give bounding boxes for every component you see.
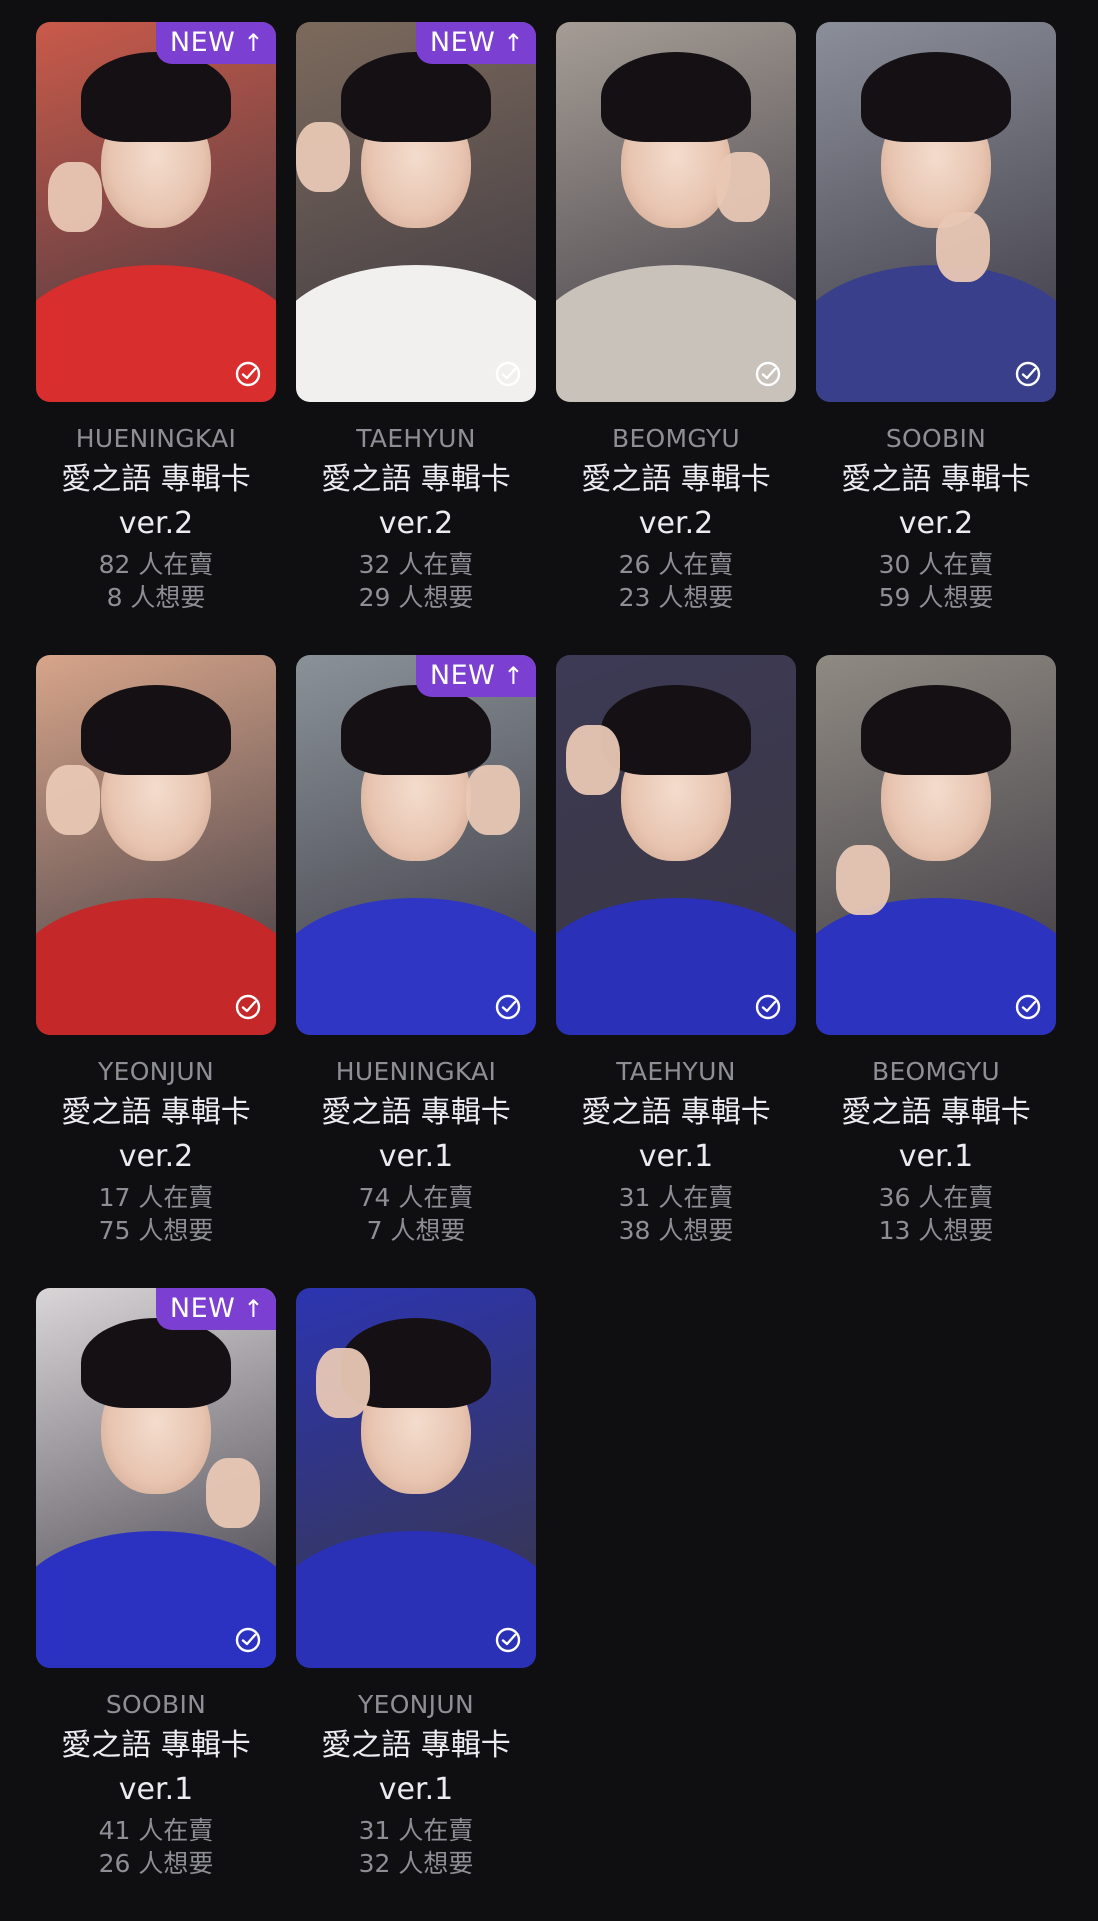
check-circle-icon[interactable] [494, 993, 522, 1021]
card-title: 愛之語 專輯卡 [581, 1095, 771, 1130]
photocard-item[interactable]: NEW ↑ SOOBIN 愛之語 專輯卡 ver.1 41 人在賣 26 人想要 [36, 1288, 276, 1921]
member-name: BEOMGYU [612, 424, 740, 453]
new-badge: NEW ↑ [155, 22, 276, 64]
wanting-count: 8 人想要 [106, 583, 206, 612]
member-name: TAEHYUN [616, 1057, 736, 1086]
photocard-item[interactable]: NEW ↑ TAEHYUN 愛之語 專輯卡 ver.2 32 人在賣 29 人想要 [296, 22, 536, 655]
photocard-item[interactable]: NEW ↑ HUENINGKAI 愛之語 專輯卡 ver.2 82 人在賣 8 人想要 [36, 22, 276, 655]
photocard-item[interactable]: SOOBIN 愛之語 專輯卡 ver.2 30 人在賣 59 人想要 [816, 22, 1056, 655]
card-version: ver.2 [378, 506, 454, 541]
arrow-up-icon: ↑ [503, 661, 524, 690]
wanting-count: 23 人想要 [618, 583, 734, 612]
wanting-count: 59 人想要 [878, 583, 994, 612]
selling-count: 36 人在賣 [878, 1183, 994, 1212]
card-title: 愛之語 專輯卡 [61, 1728, 251, 1763]
member-name: SOOBIN [105, 1690, 207, 1719]
photocard-image[interactable] [816, 655, 1056, 1035]
card-version: ver.2 [898, 506, 974, 541]
new-label: NEW [169, 1293, 236, 1324]
photocard-item[interactable]: YEONJUN 愛之語 專輯卡 ver.2 17 人在賣 75 人想要 [36, 655, 276, 1288]
new-label: NEW [429, 660, 496, 691]
new-label: NEW [169, 27, 236, 58]
selling-count: 41 人在賣 [98, 1816, 214, 1845]
card-version: ver.1 [378, 1772, 454, 1807]
member-name: TAEHYUN [356, 424, 476, 453]
wanting-count: 13 人想要 [878, 1216, 994, 1245]
wanting-count: 29 人想要 [358, 583, 474, 612]
check-circle-icon[interactable] [494, 1626, 522, 1654]
new-badge: NEW ↑ [155, 1288, 276, 1330]
wanting-count: 32 人想要 [358, 1849, 474, 1878]
card-title: 愛之語 專輯卡 [321, 462, 511, 497]
card-title: 愛之語 專輯卡 [841, 462, 1031, 497]
member-name: YEONJUN [98, 1057, 214, 1086]
photocard-image[interactable] [816, 22, 1056, 402]
check-circle-icon[interactable] [234, 360, 262, 388]
card-version: ver.1 [378, 1139, 454, 1174]
selling-count: 30 人在賣 [878, 550, 994, 579]
photocard-item[interactable]: BEOMGYU 愛之語 專輯卡 ver.2 26 人在賣 23 人想要 [556, 22, 796, 655]
wanting-count: 26 人想要 [98, 1849, 214, 1878]
card-title: 愛之語 專輯卡 [321, 1728, 511, 1763]
card-title: 愛之語 專輯卡 [61, 1095, 251, 1130]
arrow-up-icon: ↑ [243, 28, 264, 57]
card-version: ver.2 [118, 506, 194, 541]
member-name: YEONJUN [358, 1690, 474, 1719]
member-name: SOOBIN [885, 424, 987, 453]
photocard-grid: NEW ↑ HUENINGKAI 愛之語 專輯卡 ver.2 82 人在賣 8 人想要 NE… [36, 22, 1056, 1921]
arrow-up-icon: ↑ [503, 28, 524, 57]
selling-count: 74 人在賣 [358, 1183, 474, 1212]
photocard-image[interactable] [36, 655, 276, 1035]
selling-count: 17 人在賣 [98, 1183, 214, 1212]
card-title: 愛之語 專輯卡 [61, 462, 251, 497]
card-version: ver.1 [898, 1139, 974, 1174]
photocard-image[interactable] [296, 1288, 536, 1668]
new-badge: NEW ↑ [415, 22, 536, 64]
wanting-count: 7 人想要 [366, 1216, 466, 1245]
card-version: ver.2 [118, 1139, 194, 1174]
card-version: ver.2 [638, 506, 714, 541]
arrow-up-icon: ↑ [243, 1294, 264, 1323]
card-version: ver.1 [118, 1772, 194, 1807]
selling-count: 82 人在賣 [98, 550, 214, 579]
selling-count: 31 人在賣 [358, 1816, 474, 1845]
wanting-count: 38 人想要 [618, 1216, 734, 1245]
photocard-image[interactable]: NEW ↑ [36, 22, 276, 402]
check-circle-icon[interactable] [234, 1626, 262, 1654]
check-circle-icon[interactable] [234, 993, 262, 1021]
photocard-item[interactable]: TAEHYUN 愛之語 專輯卡 ver.1 31 人在賣 38 人想要 [556, 655, 796, 1288]
member-name: HUENINGKAI [335, 1057, 497, 1086]
selling-count: 31 人在賣 [618, 1183, 734, 1212]
new-label: NEW [429, 27, 496, 58]
wanting-count: 75 人想要 [98, 1216, 214, 1245]
card-title: 愛之語 專輯卡 [581, 462, 771, 497]
member-name: BEOMGYU [872, 1057, 1000, 1086]
photocard-image[interactable]: NEW ↑ [296, 22, 536, 402]
card-title: 愛之語 專輯卡 [321, 1095, 511, 1130]
photocard-image[interactable]: NEW ↑ [36, 1288, 276, 1668]
check-circle-icon[interactable] [754, 993, 782, 1021]
selling-count: 26 人在賣 [618, 550, 734, 579]
photocard-item[interactable]: YEONJUN 愛之語 專輯卡 ver.1 31 人在賣 32 人想要 [296, 1288, 536, 1921]
check-circle-icon[interactable] [754, 360, 782, 388]
photocard-image[interactable]: NEW ↑ [296, 655, 536, 1035]
photocard-item[interactable]: NEW ↑ HUENINGKAI 愛之語 專輯卡 ver.1 74 人在賣 7 人想要 [296, 655, 536, 1288]
card-version: ver.1 [638, 1139, 714, 1174]
member-name: HUENINGKAI [75, 424, 237, 453]
photocard-image[interactable] [556, 22, 796, 402]
check-circle-icon[interactable] [494, 360, 522, 388]
card-title: 愛之語 專輯卡 [841, 1095, 1031, 1130]
photocard-image[interactable] [556, 655, 796, 1035]
check-circle-icon[interactable] [1014, 993, 1042, 1021]
check-circle-icon[interactable] [1014, 360, 1042, 388]
selling-count: 32 人在賣 [358, 550, 474, 579]
new-badge: NEW ↑ [415, 655, 536, 697]
photocard-item[interactable]: BEOMGYU 愛之語 專輯卡 ver.1 36 人在賣 13 人想要 [816, 655, 1056, 1288]
